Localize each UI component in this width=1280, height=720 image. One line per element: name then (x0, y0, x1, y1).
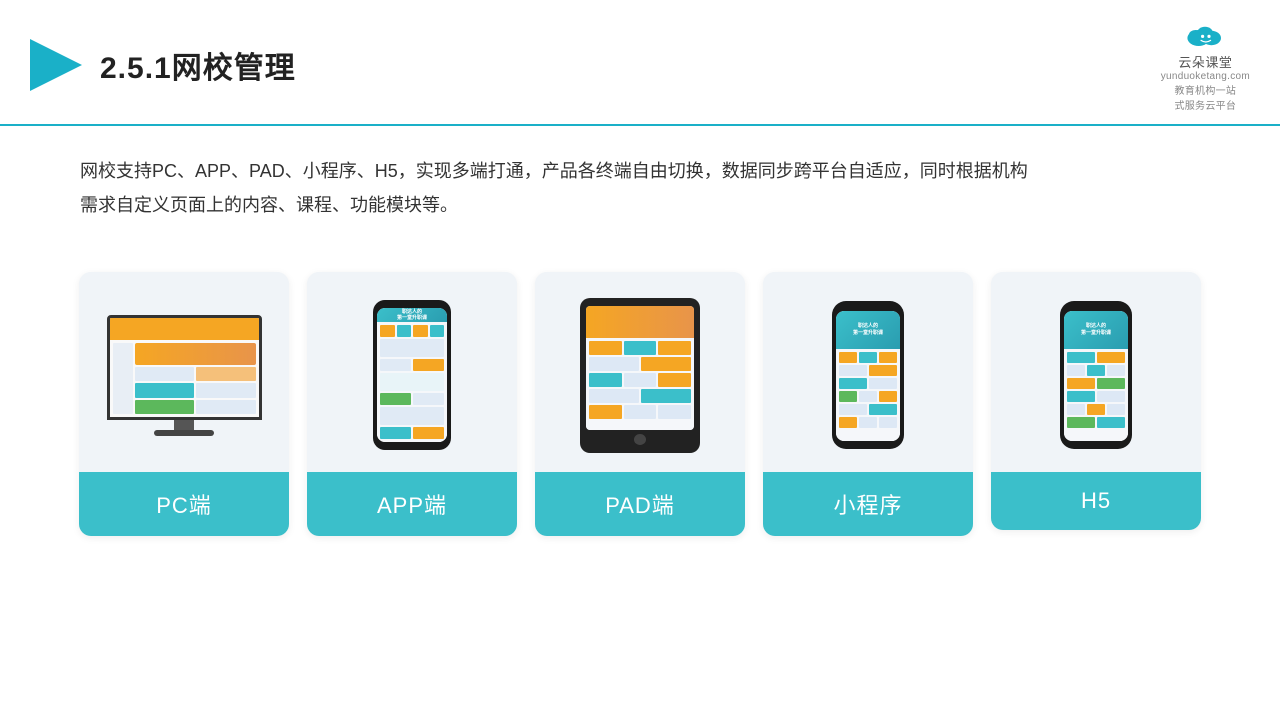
play-icon (30, 39, 82, 91)
card-app-label: APP端 (307, 472, 517, 536)
card-h5-label: H5 (991, 472, 1201, 530)
tablet-body (580, 298, 700, 453)
header: 2.5.1网校管理 云朵课堂 yunduoketang.com 教育机构一站 式… (0, 0, 1280, 126)
card-pad-label: PAD端 (535, 472, 745, 536)
phone-mockup-app: 职达人的第一堂升职课 (373, 300, 451, 450)
logo-slogan: 教育机构一站 (1174, 82, 1236, 97)
card-pad-image (535, 272, 745, 472)
card-pc-label: PC端 (79, 472, 289, 536)
cards-container: PC端 职达人的第一堂升职课 (0, 242, 1280, 556)
monitor-mockup (107, 315, 262, 436)
card-miniprogram-image: 职达人的第一堂升职课 (763, 272, 973, 472)
mini-phone-body-mp: 职达人的第一堂升职课 (832, 301, 904, 449)
card-pc: PC端 (79, 272, 289, 536)
header-left: 2.5.1网校管理 (30, 39, 296, 91)
card-h5: 职达人的第一堂升职课 (991, 272, 1201, 530)
logo-area: 云朵课堂 yunduoketang.com 教育机构一站 式服务云平台 (1161, 18, 1250, 112)
mini-phone-body-h5: 职达人的第一堂升职课 (1060, 301, 1132, 449)
phone-body-app: 职达人的第一堂升职课 (373, 300, 451, 450)
card-pad: PAD端 (535, 272, 745, 536)
mini-phone-screen-mp: 职达人的第一堂升职课 (836, 311, 900, 441)
tablet-mockup (580, 298, 700, 453)
card-miniprogram-label: 小程序 (763, 472, 973, 536)
description-section: 网校支持PC、APP、PAD、小程序、H5，实现多端打通，产品各终端自由切换，数… (0, 126, 1280, 232)
logo-slogan2: 式服务云平台 (1174, 97, 1236, 112)
monitor-screen (107, 315, 262, 420)
phone-notch-app (400, 300, 424, 307)
mini-phone-notch-h5 (1086, 301, 1106, 307)
tablet-screen (586, 306, 694, 430)
tablet-home-button (634, 434, 646, 445)
logo-domain: yunduoketang.com (1161, 71, 1250, 82)
description-text: 网校支持PC、APP、PAD、小程序、H5，实现多端打通，产品各终端自由切换，数… (80, 154, 1200, 222)
phone-screen-app: 职达人的第一堂升职课 (377, 308, 447, 442)
mini-phone-screen-h5: 职达人的第一堂升职课 (1064, 311, 1128, 441)
card-app: 职达人的第一堂升职课 (307, 272, 517, 536)
page-title: 2.5.1网校管理 (100, 43, 296, 87)
card-pc-image (79, 272, 289, 472)
card-app-image: 职达人的第一堂升职课 (307, 272, 517, 472)
phone-mockup-h5: 职达人的第一堂升职课 (1060, 301, 1132, 449)
cloud-logo-icon (1181, 18, 1229, 50)
card-miniprogram: 职达人的第一堂升职课 (763, 272, 973, 536)
phone-mockup-mp: 职达人的第一堂升职课 (832, 301, 904, 449)
logo-name: 云朵课堂 (1178, 52, 1232, 71)
mini-phone-notch-mp (858, 301, 878, 307)
card-h5-image: 职达人的第一堂升职课 (991, 272, 1201, 472)
